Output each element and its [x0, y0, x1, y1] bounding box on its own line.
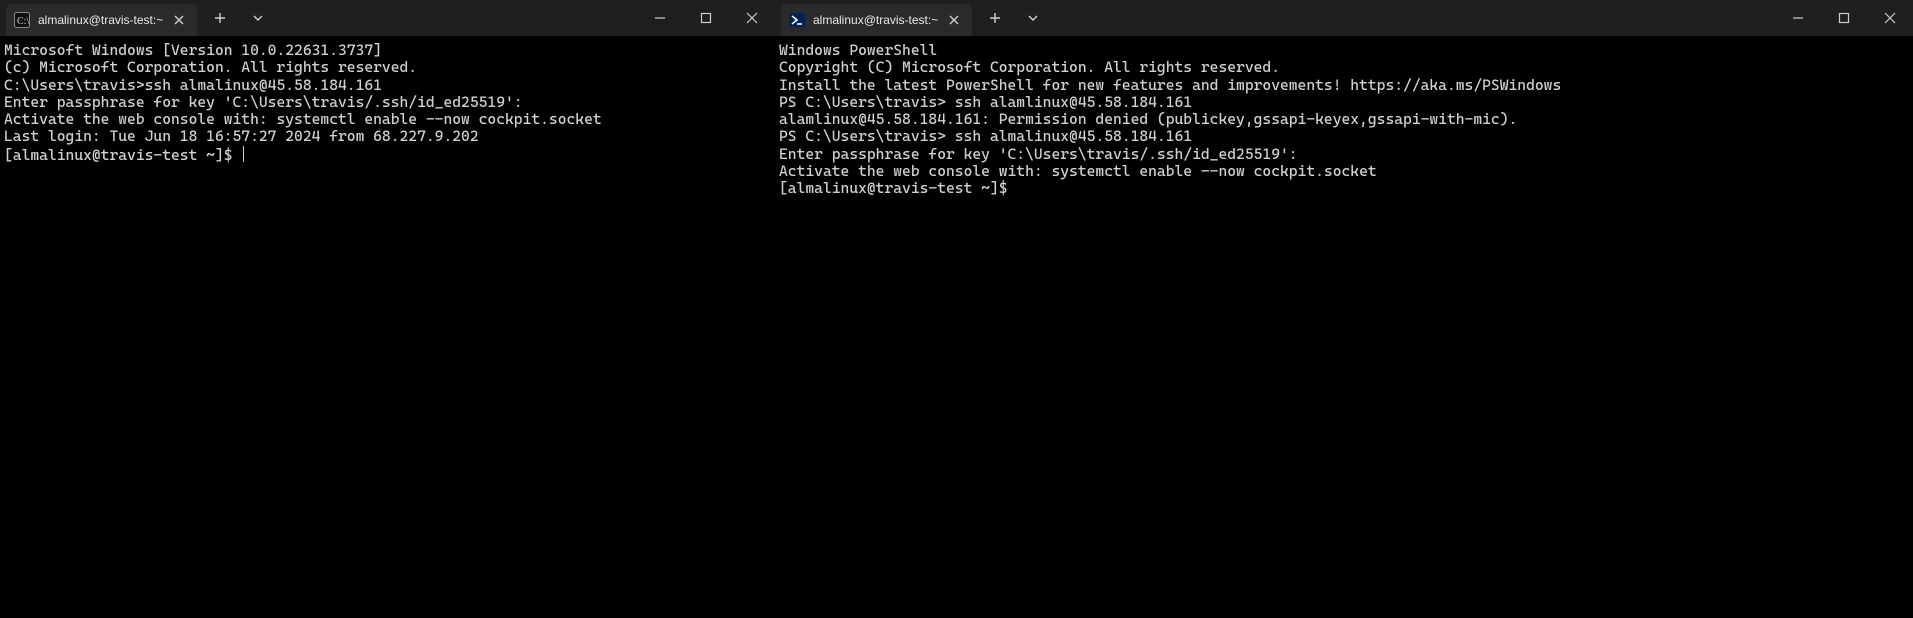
terminal-line: Last login: Tue Jun 18 16:57:27 2024 fro… — [4, 128, 771, 145]
title-bar-right: almalinux@travis-test:~ — [775, 0, 1913, 36]
window-right: almalinux@travis-test:~ — [775, 0, 1913, 618]
tab-dropdown-right[interactable] — [1016, 3, 1050, 33]
new-tab-button-left[interactable] — [203, 3, 237, 33]
tabbar-actions-right — [972, 0, 1050, 36]
tab-close-left[interactable] — [171, 12, 187, 28]
tab-left[interactable]: C:\ almalinux@travis-test:~ — [6, 4, 197, 36]
powershell-icon — [789, 12, 805, 28]
terminal-right[interactable]: Windows PowerShellCopyright (C) Microsof… — [775, 36, 1913, 618]
terminal-line: Enter passphrase for key 'C:\Users\travi… — [779, 146, 1909, 163]
title-bar-left: C:\ almalinux@travis-test:~ — [0, 0, 775, 36]
terminal-line: Install the latest PowerShell for new fe… — [779, 77, 1909, 94]
terminal-line: [almalinux@travis-test ~]$ — [4, 146, 771, 164]
close-button-left[interactable] — [729, 0, 775, 36]
cmd-icon: C:\ — [14, 12, 30, 28]
tab-title-left: almalinux@travis-test:~ — [38, 13, 163, 27]
terminal-line: Microsoft Windows [Version 10.0.22631.37… — [4, 42, 771, 59]
terminal-line: alamlinux@45.58.184.161: Permission deni… — [779, 111, 1909, 128]
svg-text:C:\: C:\ — [17, 16, 29, 27]
tab-right[interactable]: almalinux@travis-test:~ — [781, 4, 972, 36]
terminal-line: Activate the web console with: systemctl… — [779, 163, 1909, 180]
terminal-line: (c) Microsoft Corporation. All rights re… — [4, 59, 771, 76]
maximize-button-left[interactable] — [683, 0, 729, 36]
terminal-line: Activate the web console with: systemctl… — [4, 111, 771, 128]
close-button-right[interactable] — [1867, 0, 1913, 36]
minimize-button-right[interactable] — [1775, 0, 1821, 36]
window-controls-right — [1775, 0, 1913, 36]
terminal-line: C:\Users\travis>ssh almalinux@45.58.184.… — [4, 77, 771, 94]
window-controls-left — [637, 0, 775, 36]
terminal-line: Copyright (C) Microsoft Corporation. All… — [779, 59, 1909, 76]
tab-dropdown-left[interactable] — [241, 3, 275, 33]
tabbar-actions-left — [197, 0, 275, 36]
terminal-left[interactable]: Microsoft Windows [Version 10.0.22631.37… — [0, 36, 775, 618]
window-left: C:\ almalinux@travis-test:~ — [0, 0, 775, 618]
tab-close-right[interactable] — [946, 12, 962, 28]
tab-title-right: almalinux@travis-test:~ — [813, 13, 938, 27]
terminal-line: PS C:\Users\travis> ssh almalinux@45.58.… — [779, 128, 1909, 145]
terminal-line: PS C:\Users\travis> ssh alamlinux@45.58.… — [779, 94, 1909, 111]
terminal-line: Enter passphrase for key 'C:\Users\travi… — [4, 94, 771, 111]
cursor — [243, 146, 244, 162]
terminal-line: [almalinux@travis-test ~]$ — [779, 180, 1909, 197]
maximize-button-right[interactable] — [1821, 0, 1867, 36]
minimize-button-left[interactable] — [637, 0, 683, 36]
new-tab-button-right[interactable] — [978, 3, 1012, 33]
terminal-line: Windows PowerShell — [779, 42, 1909, 59]
